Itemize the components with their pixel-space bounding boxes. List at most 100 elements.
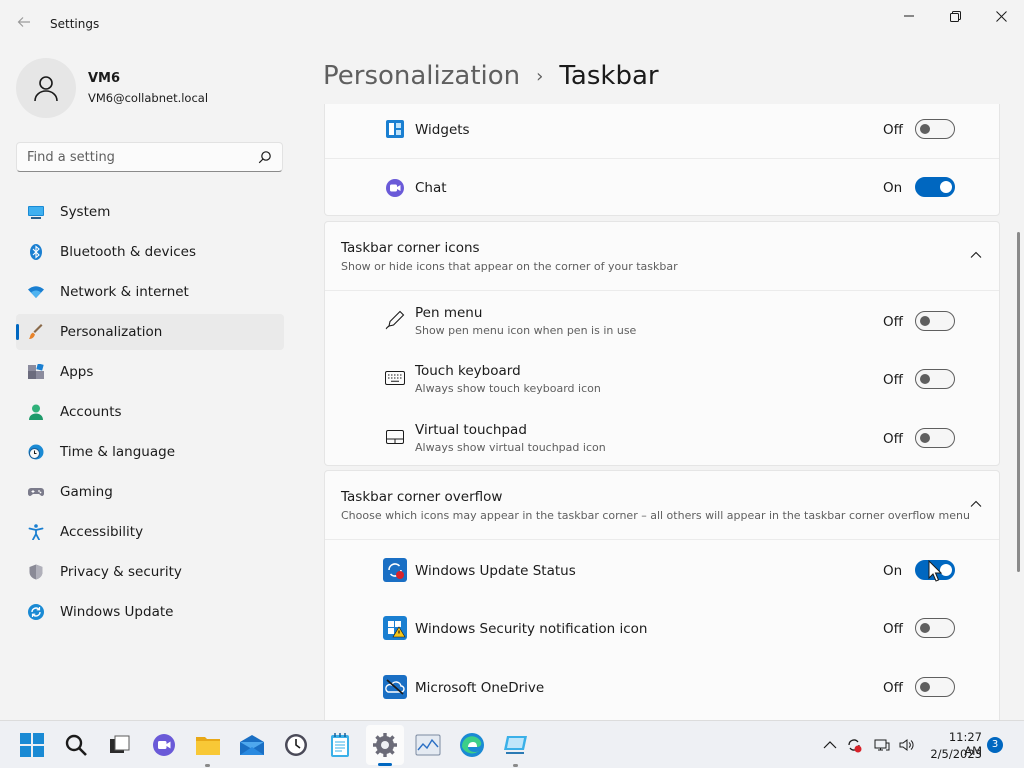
sidebar-item-bluetooth-devices[interactable]: Bluetooth & devices xyxy=(16,234,284,270)
restore-icon xyxy=(949,10,961,22)
sync-icon xyxy=(28,604,44,620)
search-icon xyxy=(65,734,87,756)
taskbar-corner-icons-card: Taskbar corner icons Show or hide icons … xyxy=(324,221,1000,466)
title-bar: Settings xyxy=(0,0,1024,48)
widgets-icon xyxy=(386,120,404,138)
sidebar-item-apps[interactable]: Apps xyxy=(16,354,284,390)
folder-icon xyxy=(196,737,220,755)
bluetooth-icon xyxy=(30,244,42,260)
sidebar-item-network[interactable]: Network & internet xyxy=(16,274,284,310)
pen-menu-toggle[interactable] xyxy=(915,311,955,331)
brush-icon xyxy=(29,324,43,339)
settings-taskbar-button[interactable] xyxy=(371,731,399,759)
sidebar-item-time-language[interactable]: Time & language xyxy=(16,434,284,470)
chevron-up-icon[interactable] xyxy=(822,737,838,753)
toggle-state-label: Off xyxy=(883,372,903,388)
apps-icon xyxy=(28,364,44,379)
maximize-button[interactable] xyxy=(932,0,978,32)
sidebar-item-privacy-security[interactable]: Privacy & security xyxy=(16,554,284,590)
taskbar: 11:27 AM 2/5/2023 3 xyxy=(0,720,1024,768)
setting-title: Widgets xyxy=(415,122,470,138)
back-button[interactable] xyxy=(12,12,36,36)
windows-logo-icon xyxy=(20,733,44,757)
clock-globe-icon xyxy=(28,444,44,460)
toggle-knob xyxy=(920,682,930,692)
start-button[interactable] xyxy=(18,731,46,759)
search-input[interactable] xyxy=(27,150,247,165)
close-button[interactable] xyxy=(978,0,1024,32)
windows-security-toggle[interactable] xyxy=(915,618,955,638)
minimize-button[interactable] xyxy=(886,0,932,32)
scrollbar[interactable] xyxy=(1017,232,1020,572)
network-icon[interactable] xyxy=(874,737,890,753)
chevron-up-icon[interactable] xyxy=(969,248,983,262)
user-name: VM6 xyxy=(88,71,121,86)
sidebar-item-label: Privacy & security xyxy=(60,564,182,580)
wifi-icon xyxy=(28,286,44,298)
touch-keyboard-toggle[interactable] xyxy=(915,369,955,389)
remote-app-button[interactable] xyxy=(502,731,530,759)
section-title: Taskbar corner overflow xyxy=(341,489,503,505)
search-box[interactable] xyxy=(16,142,283,172)
update-status-tray-icon[interactable] xyxy=(846,737,862,753)
section-subtitle: Show or hide icons that appear on the co… xyxy=(341,260,678,273)
edge-icon xyxy=(460,733,484,757)
setting-title: Virtual touchpad xyxy=(415,422,527,438)
person-icon xyxy=(34,76,58,102)
clock-icon xyxy=(285,734,307,756)
notification-badge[interactable]: 3 xyxy=(987,737,1003,753)
chevron-up-icon[interactable] xyxy=(969,497,983,511)
volume-icon[interactable] xyxy=(899,737,915,753)
performance-monitor-button[interactable] xyxy=(414,731,442,759)
section-header-corner-overflow[interactable]: Taskbar corner overflow Choose which ico… xyxy=(325,471,999,539)
task-view-button[interactable] xyxy=(106,731,134,759)
chat-taskbar-button[interactable] xyxy=(150,731,178,759)
chat-icon xyxy=(386,179,404,197)
taskbar-search-button[interactable] xyxy=(62,731,90,759)
sidebar-item-accounts[interactable]: Accounts xyxy=(16,394,284,430)
virtual-touchpad-toggle[interactable] xyxy=(915,428,955,448)
arrow-left-icon xyxy=(17,17,30,27)
sidebar-item-label: Gaming xyxy=(60,484,113,500)
taskbar-items-card: Widgets Off Chat On xyxy=(324,104,1000,216)
setting-title: Microsoft OneDrive xyxy=(415,680,545,696)
settings-content: Widgets Off Chat On Taskbar corner icons… xyxy=(324,104,1000,720)
section-header-corner-icons[interactable]: Taskbar corner icons Show or hide icons … xyxy=(325,222,999,290)
user-profile[interactable]: VM6 VM6@collabnet.local xyxy=(16,58,286,118)
toggle-knob xyxy=(920,433,930,443)
sidebar-item-windows-update[interactable]: Windows Update xyxy=(16,594,284,630)
sidebar-item-label: Network & internet xyxy=(60,284,189,300)
sidebar-item-label: Apps xyxy=(60,364,94,380)
file-explorer-button[interactable] xyxy=(194,731,222,759)
sidebar-item-gaming[interactable]: Gaming xyxy=(16,474,284,510)
notepad-button[interactable] xyxy=(326,731,354,759)
onedrive-icon xyxy=(383,675,407,699)
sidebar-item-accessibility[interactable]: Accessibility xyxy=(16,514,284,550)
breadcrumb-parent[interactable]: Personalization xyxy=(323,61,520,91)
toggle-knob xyxy=(920,316,930,326)
mail-button[interactable] xyxy=(238,731,266,759)
setting-title: Pen menu xyxy=(415,305,483,321)
section-subtitle: Choose which icons may appear in the tas… xyxy=(341,509,970,522)
onedrive-toggle[interactable] xyxy=(915,677,955,697)
setting-row-chat: Chat On xyxy=(325,158,999,216)
minimize-icon xyxy=(904,15,914,17)
widgets-toggle[interactable] xyxy=(915,119,955,139)
toggle-knob xyxy=(920,124,930,134)
sidebar-item-label: Windows Update xyxy=(60,604,174,620)
shield-icon xyxy=(29,564,43,580)
search-icon[interactable] xyxy=(258,150,272,164)
sidebar-item-system[interactable]: System xyxy=(16,194,284,230)
sidebar-item-label: Bluetooth & devices xyxy=(60,244,197,260)
mouse-cursor-icon xyxy=(928,560,942,582)
chevron-right-icon: › xyxy=(536,65,544,87)
sidebar-item-personalization[interactable]: Personalization xyxy=(16,314,284,350)
tray-clock-date[interactable]: 2/5/2023 xyxy=(928,747,982,761)
setting-row-widgets: Widgets Off xyxy=(325,104,999,158)
setting-subtitle: Always show virtual touchpad icon xyxy=(415,441,606,454)
sidebar-item-label: System xyxy=(60,204,111,220)
edge-browser-button[interactable] xyxy=(458,731,486,759)
clock-app-button[interactable] xyxy=(282,731,310,759)
page-title: Taskbar xyxy=(559,61,659,91)
chat-toggle[interactable] xyxy=(915,177,955,197)
